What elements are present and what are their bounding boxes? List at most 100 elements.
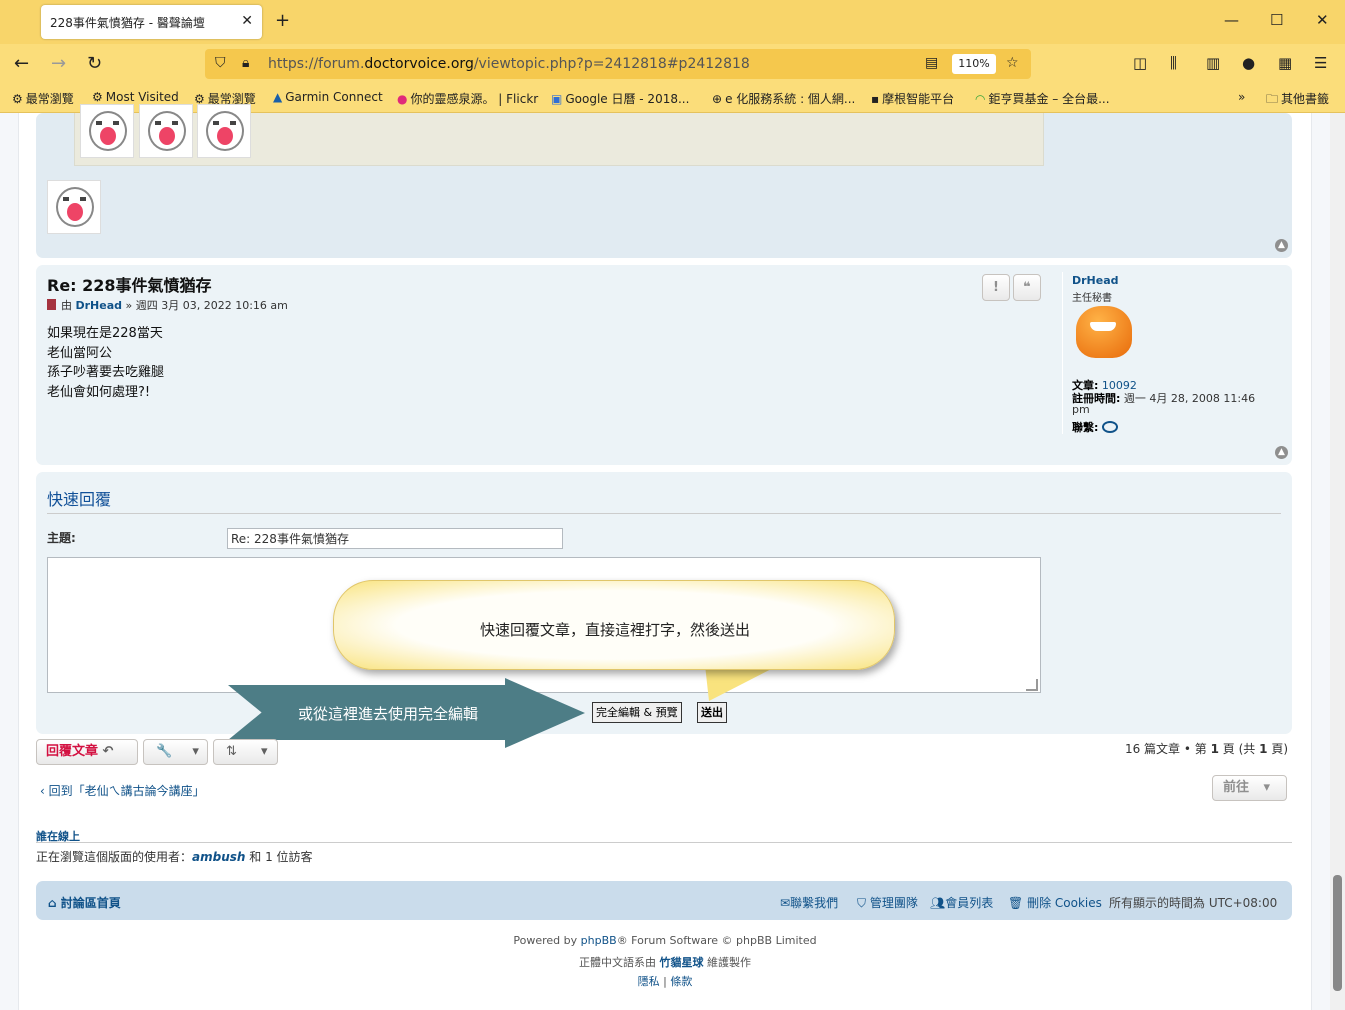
rainbow-icon: ◠: [975, 92, 986, 106]
members-link[interactable]: 👥︎會員列表: [930, 894, 993, 911]
pocket-icon[interactable]: ◫: [1133, 54, 1147, 72]
delete-cookies-link[interactable]: 🗑︎ 刪除 Cookies: [1008, 894, 1102, 911]
translation-credit: 正體中文語系由 竹貓星球 維護製作: [579, 956, 751, 969]
library-icon[interactable]: ⫼: [1170, 54, 1177, 72]
url-text[interactable]: https://forum.doctorvoice.org/viewtopic.…: [268, 56, 750, 72]
sort-options-button[interactable]: ⇅ ▾: [213, 739, 278, 765]
bookmark-item[interactable]: ⚙ Most Visited: [92, 90, 179, 104]
back-to-top-icon[interactable]: ▲: [1275, 239, 1288, 252]
online-users-text: 正在瀏覽這個版面的使用者：ambush 和 1 位訪客: [36, 850, 313, 864]
shield-icon: ⛉: [857, 896, 867, 910]
emoji-image: [139, 104, 193, 158]
reader-view-icon[interactable]: ▤: [925, 55, 938, 71]
home-icon: ⌂: [48, 896, 57, 910]
zoom-level[interactable]: 110%: [952, 54, 996, 74]
post-meta: 由 DrHead » 週四 3月 03, 2022 10:16 am: [47, 297, 288, 313]
users-icon: 👥︎: [930, 896, 946, 910]
team-link[interactable]: ⛉ 管理團隊: [857, 894, 918, 911]
reply-icon: ↶: [102, 744, 114, 759]
divider: [36, 842, 1292, 843]
emoji-image: [197, 104, 251, 158]
bookmark-star-icon[interactable]: ☆: [1006, 55, 1019, 71]
chevron-down-icon: ▾: [261, 744, 268, 759]
profile-contact: 聯繫:: [1072, 419, 1119, 435]
terms-link[interactable]: 條款: [670, 975, 692, 988]
back-icon[interactable]: ←: [14, 53, 29, 74]
translation-link[interactable]: 竹貓星球: [660, 956, 704, 969]
bookmark-item[interactable]: ▪ 摩根智能平台: [871, 90, 954, 107]
profile-divider: [1062, 272, 1063, 434]
maximize-icon[interactable]: ☐: [1270, 11, 1283, 29]
reload-icon[interactable]: ↻: [87, 53, 102, 74]
profile-rank: 主任秘書: [1072, 293, 1112, 304]
menu-icon[interactable]: ☰: [1314, 54, 1327, 72]
forward-icon[interactable]: →: [51, 53, 66, 74]
report-button[interactable]: !: [982, 274, 1010, 301]
globe-icon: ⊕: [712, 92, 723, 106]
gear-icon: ⚙: [92, 90, 103, 104]
post-author-link[interactable]: DrHead: [76, 299, 123, 312]
full-editor-button[interactable]: 完全編輯 & 預覽: [592, 702, 682, 723]
folder-icon: 🗀: [1266, 92, 1279, 106]
bookmark-item[interactable]: ▣ Google 日曆 - 2018...: [551, 90, 689, 107]
bookmark-item[interactable]: ● 你的靈感泉源。 | Flickr: [397, 90, 538, 107]
more-bookmarks-icon[interactable]: »: [1238, 90, 1245, 104]
scrollbar-thumb[interactable]: [1333, 875, 1342, 991]
back-to-forum-link[interactable]: ‹ 回到「老仙ㄟ講古論今講座」: [40, 782, 205, 799]
browser-tab-bar: 228事件氣憤猶存 - 醫聲論壇 ✕ + — ☐ ✕: [0, 0, 1345, 44]
bookmark-folder[interactable]: 🗀 其他書籤: [1266, 90, 1329, 111]
emoji-image: [80, 104, 134, 158]
quote-button[interactable]: ❝: [1013, 274, 1041, 301]
extension-icon[interactable]: ●: [1242, 54, 1255, 72]
online-user-link[interactable]: ambush: [192, 850, 245, 864]
subject-input[interactable]: [227, 528, 563, 549]
profile-name-link[interactable]: DrHead: [1072, 274, 1119, 287]
bookmark-item[interactable]: ▲ Garmin Connect: [273, 90, 383, 104]
callout-bubble: 快速回覆文章，直接這裡打字，然後送出: [333, 580, 895, 670]
calendar-icon: ▣: [551, 92, 563, 106]
sort-icon: ⇅: [226, 744, 237, 759]
profile-joined-suffix: pm: [1072, 403, 1090, 416]
extensions-grid-icon[interactable]: ▦: [1278, 54, 1292, 72]
privacy-link[interactable]: 隱私: [638, 975, 660, 988]
footer-nav-bar: [36, 881, 1292, 920]
post-title[interactable]: Re: 228事件氣憤猶存: [47, 272, 212, 296]
annotation-arrow-text: 或從這裡進去使用完全編輯: [297, 705, 478, 723]
resize-handle[interactable]: [1026, 679, 1038, 691]
bookmark-item[interactable]: ⊕ e 化服務系統 : 個人網...: [712, 90, 855, 107]
powered-by: Powered by phpBB® Forum Software © phpBB…: [513, 934, 817, 947]
board-index-link[interactable]: ⌂ 討論區首頁: [48, 894, 121, 911]
timezone-text: 所有顯示的時間為 UTC+08:00: [1109, 896, 1278, 910]
shield-icon[interactable]: ⛉: [215, 55, 226, 71]
new-tab-icon[interactable]: +: [275, 10, 290, 31]
chat-icon[interactable]: [1102, 421, 1119, 433]
jpm-icon: ▪: [871, 92, 880, 106]
bookmark-item[interactable]: ⚙ 最常瀏覽: [12, 90, 74, 107]
window-close-icon[interactable]: ✕: [1316, 11, 1329, 29]
minimize-icon[interactable]: —: [1224, 11, 1239, 29]
submit-button[interactable]: 送出: [697, 702, 727, 723]
browser-tab[interactable]: 228事件氣憤猶存 - 醫聲論壇 ✕: [41, 5, 262, 39]
wrench-icon: 🔧: [156, 744, 173, 759]
chevron-down-icon: ▾: [192, 744, 199, 759]
legal-links: 隱私 | 條款: [637, 975, 693, 988]
post-body: 如果現在是228當天 老仙當阿公 孫子吵著要去吃雞腿 老仙會如何處理?!: [47, 326, 165, 401]
jump-to-button[interactable]: 前往 ▾: [1212, 775, 1287, 801]
close-icon[interactable]: ✕: [241, 13, 253, 29]
post-reply-button[interactable]: 回覆文章 ↶: [36, 739, 138, 765]
lock-icon[interactable]: 🔒︎: [242, 55, 249, 71]
scrollbar[interactable]: [1330, 113, 1345, 1010]
topic-tools-button[interactable]: 🔧 ▾: [143, 739, 208, 765]
phpbb-link[interactable]: phpBB: [581, 934, 617, 947]
sidebar-icon[interactable]: ▥: [1206, 54, 1220, 72]
profile-name: DrHead: [1072, 274, 1119, 287]
contact-us-link[interactable]: ✉聯繫我們: [780, 894, 838, 911]
post-icon[interactable]: [47, 299, 56, 310]
back-to-top-icon[interactable]: ▲: [1275, 446, 1288, 459]
browser-nav-bar: ← → ↻ ⛉ 🔒︎ https://forum.doctorvoice.org…: [0, 44, 1345, 84]
avatar[interactable]: [1072, 304, 1136, 362]
gear-icon: ⚙: [12, 92, 23, 106]
bookmark-item[interactable]: ◠ 鉅亨買基金 – 全台最...: [975, 90, 1110, 107]
url-bar[interactable]: ⛉ 🔒︎ https://forum.doctorvoice.org/viewt…: [205, 49, 1031, 79]
quick-reply-title: 快速回覆: [47, 490, 112, 509]
